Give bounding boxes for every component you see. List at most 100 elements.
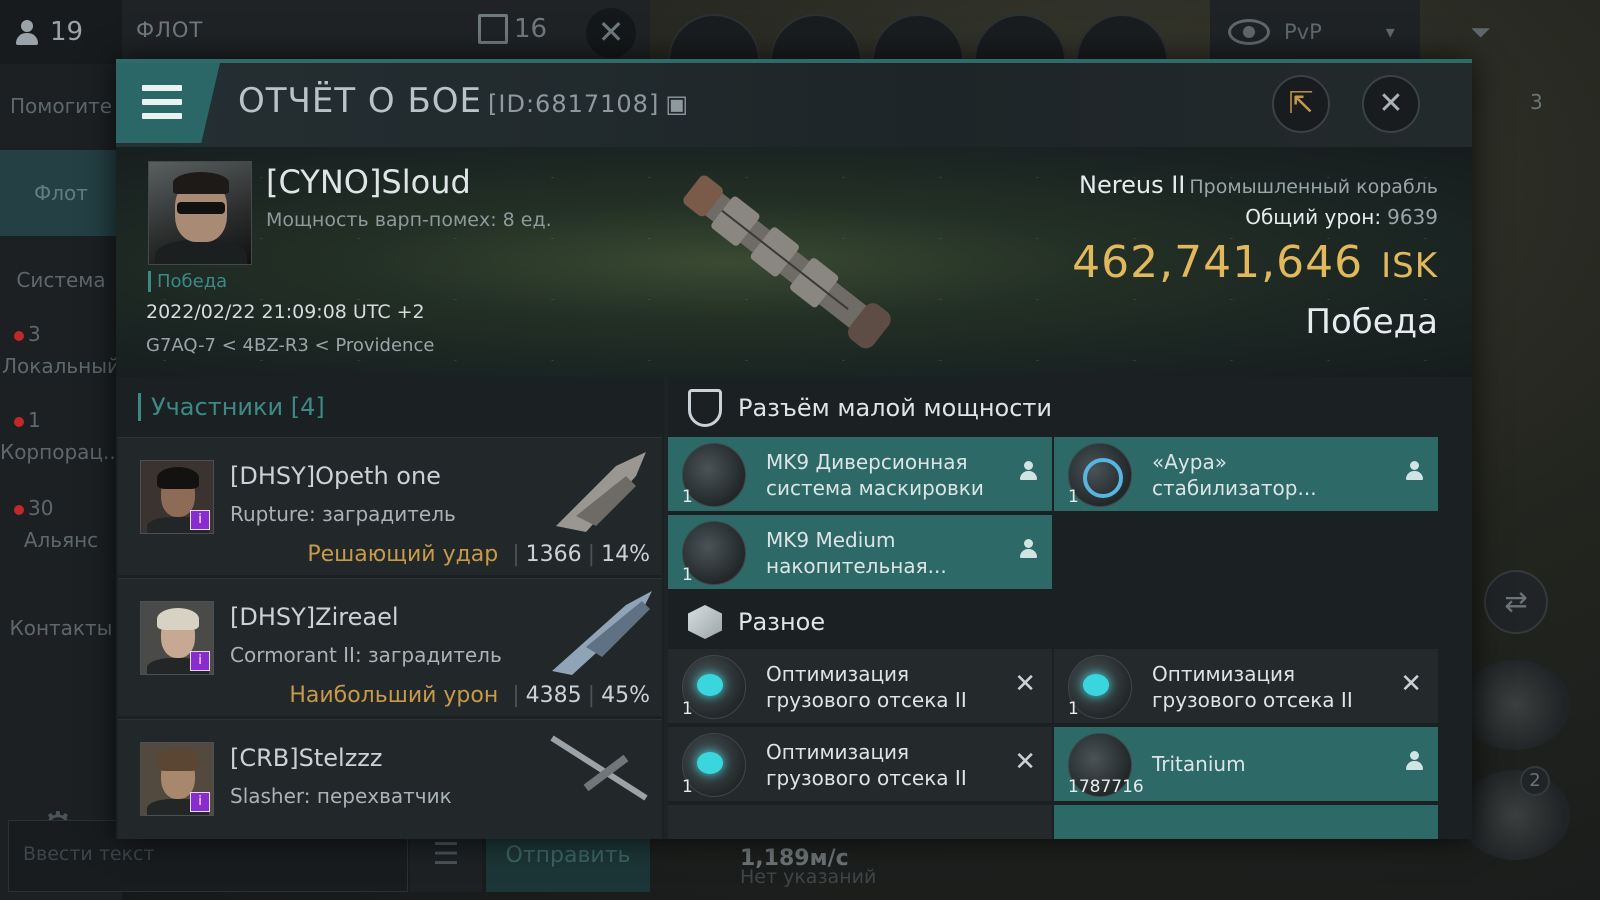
item-slot[interactable]: 1 MK9 Medium накопительная... bbox=[668, 515, 1052, 589]
ship-image[interactable] bbox=[664, 163, 914, 363]
participant-damage: Наибольший урон | 4385 | 45% bbox=[289, 683, 650, 708]
modal-title: ОТЧЁТ О БОЕ [ID:6817108] ▣ bbox=[238, 81, 689, 121]
fleet-close-button[interactable]: ✕ bbox=[586, 8, 636, 58]
sidebar-item-contacts[interactable]: Контакты bbox=[0, 616, 122, 640]
kill-summary: [CYNO]Sloud Мощность варп-помех: 8 ед. П… bbox=[116, 147, 1472, 377]
low-slot-icon bbox=[688, 389, 722, 427]
item-slot[interactable]: 1 Оптимизация грузового отсека II ✕ bbox=[1054, 649, 1438, 723]
ship-slot[interactable] bbox=[1460, 770, 1570, 860]
warp-strength: Мощность варп-помех: 8 ед. bbox=[266, 209, 552, 231]
participant-row[interactable]: i [DHSY]Zireael Cormorant II: заградител… bbox=[118, 578, 662, 716]
alliance-badge: 30 bbox=[0, 496, 122, 520]
item-label: Оптимизация грузового отсека II bbox=[766, 740, 967, 790]
item-quantity: 1 bbox=[1068, 699, 1079, 719]
ship-name[interactable]: Nereus II Промышленный корабль bbox=[1072, 171, 1438, 199]
filter-icon[interactable]: ⏷ bbox=[1470, 18, 1500, 48]
sidebar-item-alliance[interactable]: Альянс bbox=[0, 528, 122, 552]
participant-ship-image bbox=[556, 452, 646, 532]
sidebar-item-fleet[interactable]: Флот bbox=[0, 150, 122, 236]
item-label: MK9 Диверсионная система маскировки bbox=[766, 450, 984, 500]
copy-icon[interactable]: ▣ bbox=[665, 90, 689, 118]
item-slot[interactable]: 1787716 Tritanium bbox=[1054, 727, 1438, 801]
participant-ship-image bbox=[552, 591, 652, 675]
item-slot[interactable] bbox=[1054, 805, 1438, 839]
alert-dot-icon bbox=[14, 504, 24, 515]
sidebar-item-help[interactable]: Помогите bbox=[0, 94, 122, 118]
item-quantity: 1 bbox=[682, 565, 693, 585]
pilot-name[interactable]: [CYNO]Sloud bbox=[266, 163, 471, 201]
fleet-panel: 19 ФЛОТ 16 ✕ bbox=[0, 0, 650, 64]
participant-row[interactable]: i [CRB]Stelzzz Slasher: перехватчик bbox=[118, 719, 662, 839]
fleet-badge[interactable]: 3 bbox=[1530, 90, 1543, 114]
dropped-person-icon bbox=[1020, 461, 1037, 487]
info-icon: i bbox=[190, 792, 210, 812]
participants-header: Участники [4] bbox=[138, 393, 325, 421]
section-misc: Разное bbox=[668, 591, 1472, 653]
pvp-filter-dropdown[interactable]: PvP ▾ bbox=[1210, 0, 1420, 64]
swap-icon[interactable]: ⇄ bbox=[1484, 570, 1548, 634]
modal-header: ОТЧЁТ О БОЕ [ID:6817108] ▣ ⇱ ✕ bbox=[116, 63, 1472, 147]
menu-button[interactable] bbox=[116, 63, 220, 143]
participant-ship: Cormorant II: заградитель bbox=[230, 643, 502, 667]
user-icon bbox=[14, 18, 40, 46]
participant-row[interactable]: i [DHSY]Opeth one Rupture: заградитель Р… bbox=[118, 437, 662, 575]
fleet-label: ФЛОТ bbox=[136, 18, 204, 42]
participants-panel: Участники [4] i [DHSY]Opeth one Rupture:… bbox=[116, 377, 664, 839]
item-label: MK9 Medium накопительная... bbox=[766, 528, 947, 578]
corp-badge: 1 bbox=[0, 408, 122, 432]
dropped-person-icon bbox=[1406, 461, 1423, 487]
top-bar: 19 ФЛОТ 16 ✕ PvP ▾ ⏷ bbox=[0, 0, 1600, 106]
ship-info: Nereus II Промышленный корабль Общий урон… bbox=[1072, 171, 1438, 342]
destroyed-x-icon: ✕ bbox=[1014, 747, 1036, 777]
item-slot[interactable]: 1 MK9 Диверсионная система маскировки bbox=[668, 437, 1052, 511]
share-button[interactable]: ⇱ bbox=[1272, 75, 1330, 133]
alert-dot-icon bbox=[14, 330, 24, 341]
section-low-slot: Разъём малой мощности bbox=[668, 377, 1472, 439]
item-quantity: 1 bbox=[1068, 487, 1079, 507]
chevron-down-icon: ▾ bbox=[1385, 21, 1395, 43]
close-button[interactable]: ✕ bbox=[1362, 75, 1420, 133]
participant-name: [DHSY]Opeth one bbox=[230, 462, 441, 490]
item-quantity: 1 bbox=[682, 487, 693, 507]
participant-damage: Решающий удар | 1366 | 14% bbox=[307, 542, 650, 567]
items-panel: Разъём малой мощности 1 MK9 Диверсионная… bbox=[668, 377, 1472, 839]
sidebar-item-local[interactable]: Локальный bbox=[0, 354, 122, 378]
kill-location[interactable]: G7AQ-7 < 4BZ-R3 < Providence bbox=[146, 335, 434, 356]
participant-ship: Slasher: перехватчик bbox=[230, 784, 452, 808]
kill-datetime: 2022/02/22 21:09:08 UTC +2 bbox=[146, 301, 425, 323]
dropped-person-icon bbox=[1020, 539, 1037, 565]
total-damage: Общий урон: 9639 bbox=[1245, 205, 1438, 229]
status-badge: Победа bbox=[148, 271, 227, 292]
item-quantity: 1 bbox=[682, 777, 693, 797]
online-count[interactable]: 19 bbox=[0, 0, 122, 64]
pilot-avatar[interactable] bbox=[148, 161, 252, 265]
local-badge: 3 bbox=[0, 322, 122, 346]
left-sidebar: Помогите Флот Система 3 Локальный 1 Корп… bbox=[0, 64, 122, 900]
item-slot[interactable] bbox=[668, 805, 1052, 839]
alert-dot-icon bbox=[14, 416, 24, 427]
item-label: Оптимизация грузового отсека II bbox=[1152, 662, 1353, 712]
item-quantity: 1 bbox=[682, 699, 693, 719]
item-slot[interactable]: 1 «Аура» стабилизатор... bbox=[1054, 437, 1438, 511]
ship-class: Промышленный корабль bbox=[1189, 176, 1438, 198]
item-label: Tritanium bbox=[1152, 752, 1246, 776]
fleet-list-icon bbox=[478, 14, 508, 44]
online-count-value: 19 bbox=[50, 17, 84, 47]
battle-result: Победа bbox=[1305, 302, 1438, 342]
hamburger-icon bbox=[142, 85, 182, 91]
item-label: Оптимизация грузового отсека II bbox=[766, 662, 967, 712]
participant-ship: Rupture: заградитель bbox=[230, 502, 456, 526]
item-slot[interactable]: 1 Оптимизация грузового отсека II ✕ bbox=[668, 727, 1052, 801]
eye-icon bbox=[1228, 19, 1270, 45]
ship-slot[interactable] bbox=[1460, 660, 1570, 750]
ship-slot-badge: 2 bbox=[1520, 766, 1550, 796]
item-slot[interactable]: 1 Оптимизация грузового отсека II ✕ bbox=[668, 649, 1052, 723]
sidebar-item-corporation[interactable]: Корпорац... bbox=[0, 440, 122, 464]
fleet-count[interactable]: 16 bbox=[478, 14, 547, 44]
cargo-box-icon bbox=[688, 605, 722, 639]
info-icon: i bbox=[190, 510, 210, 530]
sidebar-item-system[interactable]: Система bbox=[0, 268, 122, 292]
dropped-person-icon bbox=[1406, 751, 1423, 777]
report-id: [ID:6817108] bbox=[488, 90, 660, 118]
orders-status: Нет указаний bbox=[740, 866, 877, 888]
